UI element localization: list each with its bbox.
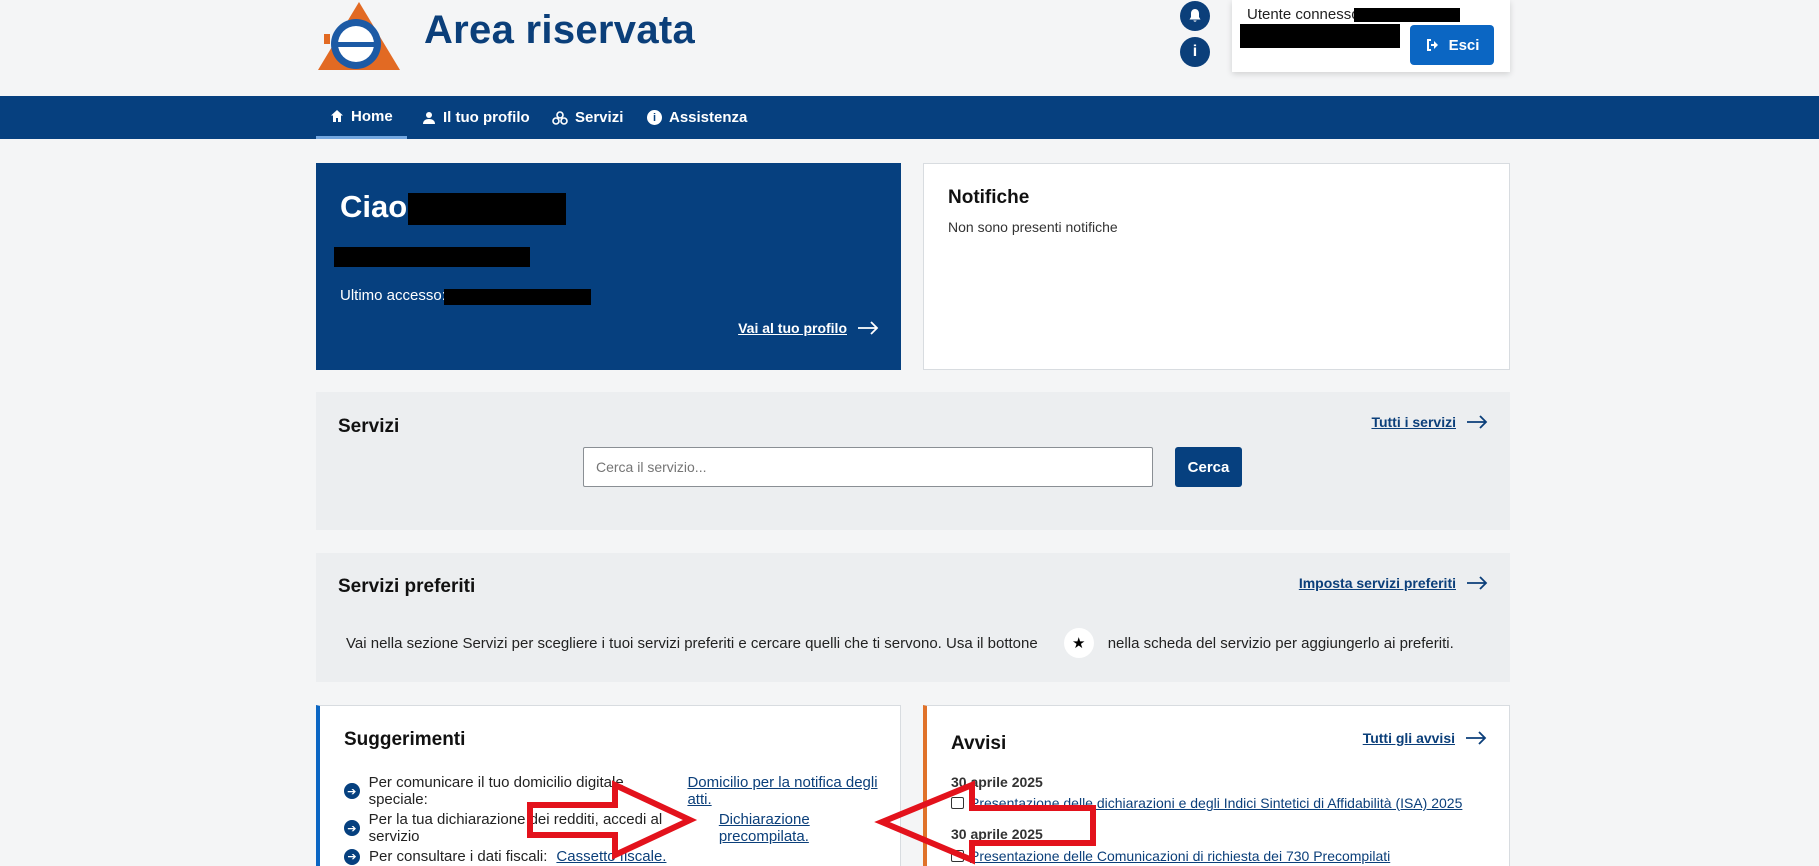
bell-icon[interactable] <box>1180 1 1210 31</box>
nav-services-label: Servizi <box>575 109 624 126</box>
logout-button[interactable]: Esci <box>1410 25 1494 65</box>
services-title: Servizi <box>338 416 400 437</box>
redacted-user-detail <box>1240 24 1400 48</box>
all-notices-label: Tutti gli avvisi <box>1362 730 1455 746</box>
profile-link[interactable]: Vai al tuo profilo <box>738 320 879 336</box>
logout-label: Esci <box>1448 36 1480 54</box>
calendar-icon <box>951 797 964 809</box>
redacted-user-name <box>408 193 566 225</box>
arrow-right-icon <box>858 321 879 335</box>
arrow-right-icon <box>1466 731 1487 745</box>
logout-icon <box>1426 39 1438 51</box>
suggestion-link[interactable]: Domicilio per la notifica degli atti. <box>687 774 900 808</box>
suggestion-item: ➔ Per consultare i dati fiscali: Cassett… <box>344 848 666 865</box>
set-favorites-link[interactable]: Imposta servizi preferiti <box>1299 575 1488 591</box>
redacted-fiscal-code <box>334 247 530 267</box>
greeting-card: Ciao, Ultimo accesso: Vai al tuo profilo <box>316 163 901 370</box>
suggestion-item: ➔ Per la tua dichiarazione dei redditi, … <box>344 811 900 845</box>
nav-assistance-label: Assistenza <box>669 109 748 126</box>
last-access-label: Ultimo accesso: <box>340 287 446 304</box>
all-notices-link[interactable]: Tutti gli avvisi <box>1363 730 1487 746</box>
star-icon: ★ <box>1063 628 1094 658</box>
notifications-title: Notifiche <box>948 187 1030 208</box>
calendar-icon <box>951 850 964 862</box>
nav-home[interactable]: Home <box>316 96 407 139</box>
notice-date: 30 aprile 2025 <box>951 774 1043 790</box>
all-services-label: Tutti i servizi <box>1371 414 1456 430</box>
arrow-circle-icon: ➔ <box>344 820 360 836</box>
arrow-circle-icon: ➔ <box>344 848 360 865</box>
app-title: Area riservata <box>424 8 696 52</box>
notice-link[interactable]: Presentazione delle dichiarazioni e degl… <box>951 795 1462 811</box>
favorites-description: Vai nella sezione Servizi per scegliere … <box>346 628 1454 658</box>
notice-date: 30 aprile 2025 <box>951 826 1043 842</box>
favorites-text-before: Vai nella sezione Servizi per scegliere … <box>346 634 1038 652</box>
last-access: Ultimo accesso: <box>340 287 446 304</box>
favorites-text-after: nella scheda del servizio per aggiungerl… <box>1107 634 1454 652</box>
nav-home-label: Home <box>351 107 393 125</box>
notice-text: Presentazione delle Comunicazioni di ric… <box>970 848 1391 864</box>
nav-services[interactable]: Servizi <box>552 96 623 139</box>
notifications-card: Notifiche Non sono presenti notifiche <box>923 163 1510 370</box>
nav-profile-label: Il tuo profilo <box>443 109 530 126</box>
notice-text: Presentazione delle dichiarazioni e degl… <box>970 795 1463 811</box>
main-nav: Home Il tuo profilo Servizi i Assistenza <box>0 96 1819 139</box>
greeting-title: Ciao, <box>340 189 416 225</box>
info-icon[interactable]: i <box>1180 37 1210 67</box>
arrow-right-icon <box>1467 415 1488 429</box>
services-icon <box>552 110 568 125</box>
profile-link-label: Vai al tuo profilo <box>738 320 847 336</box>
greeting-hello: Ciao, <box>340 189 416 224</box>
set-favorites-label: Imposta servizi preferiti <box>1298 575 1456 591</box>
nav-profile[interactable]: Il tuo profilo <box>422 96 530 139</box>
header: Area riservata i Utente connesso: Esci <box>0 0 1819 96</box>
suggestion-text: Per la tua dichiarazione dei redditi, ac… <box>368 811 663 845</box>
search-button[interactable]: Cerca <box>1175 447 1242 487</box>
suggestion-text: Per comunicare il tuo domicilio digitale… <box>368 774 624 808</box>
suggestion-link[interactable]: Dichiarazione precompilata. <box>719 811 900 845</box>
nav-assistance[interactable]: i Assistenza <box>647 96 747 139</box>
suggestions-title: Suggerimenti <box>344 729 466 750</box>
user-label: Utente connesso: <box>1247 6 1364 23</box>
arrow-circle-icon: ➔ <box>344 783 360 799</box>
suggestion-item: ➔ Per comunicare il tuo domicilio digita… <box>344 774 900 808</box>
notice-link[interactable]: Presentazione delle Comunicazioni di ric… <box>951 848 1390 864</box>
notifications-empty: Non sono presenti notifiche <box>948 219 1118 235</box>
info-icon: i <box>647 110 662 125</box>
agency-logo[interactable] <box>314 0 404 72</box>
arrow-right-icon <box>1467 576 1488 590</box>
services-panel: Servizi Tutti i servizi Cerca <box>316 392 1510 530</box>
home-icon <box>331 110 343 122</box>
notices-title: Avvisi <box>951 733 1007 754</box>
user-icon <box>423 111 435 124</box>
suggestions-card: Suggerimenti ➔ Per comunicare il tuo dom… <box>316 705 901 866</box>
notices-card: Avvisi Tutti gli avvisi 30 aprile 2025 P… <box>923 705 1510 866</box>
suggestion-text: Per consultare i dati fiscali: <box>369 848 548 865</box>
favorites-title: Servizi preferiti <box>338 576 476 597</box>
all-services-link[interactable]: Tutti i servizi <box>1371 414 1488 430</box>
search-input[interactable] <box>583 447 1153 487</box>
user-box: Utente connesso: Esci <box>1232 0 1510 72</box>
favorites-panel: Servizi preferiti Imposta servizi prefer… <box>316 553 1510 682</box>
redacted-username <box>1354 8 1460 22</box>
redacted-last-access <box>444 289 591 305</box>
suggestion-link[interactable]: Cassetto fiscale. <box>556 848 666 865</box>
